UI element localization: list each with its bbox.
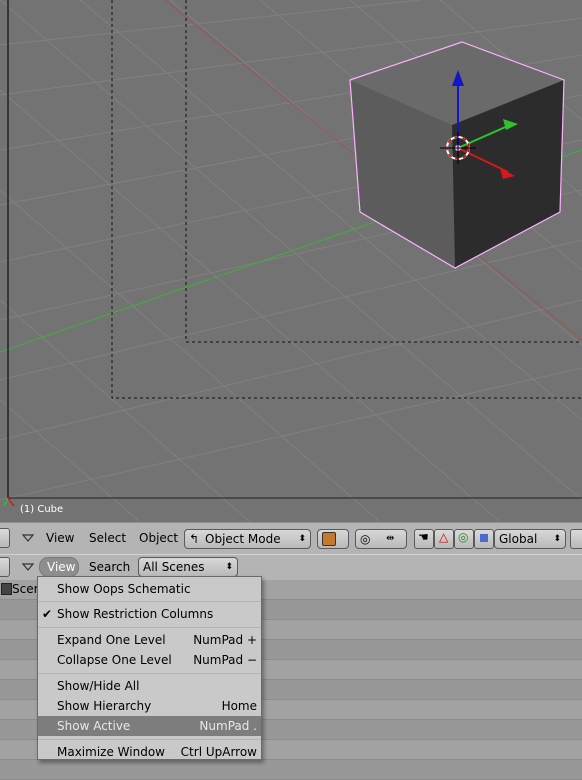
solid-drawtype-icon bbox=[322, 532, 336, 546]
outliner-row bbox=[0, 760, 582, 780]
updown-arrows-icon: ⬍ bbox=[298, 534, 306, 544]
3d-view-header: View Select Object ↰ Object Mode ⬍ ◎ ⇹ ☚… bbox=[0, 522, 582, 554]
menu-item-label: Show Restriction Columns bbox=[57, 607, 214, 621]
menu-item-expand-one-level[interactable]: Expand One Level NumPad + bbox=[38, 630, 261, 650]
layer-button[interactable] bbox=[570, 529, 582, 549]
updown-arrows-icon: ⬍ bbox=[553, 534, 561, 544]
menu-item-label: Show Active bbox=[57, 719, 131, 733]
menu-item-label: Expand One Level bbox=[57, 633, 166, 647]
menu-separator bbox=[38, 673, 261, 674]
menu-separator bbox=[38, 627, 261, 628]
scale-toggle-button[interactable] bbox=[474, 529, 494, 549]
menu-item-show-restriction-columns[interactable]: ✔ Show Restriction Columns bbox=[38, 604, 261, 624]
scene-icon bbox=[1, 583, 12, 595]
manipulator-toggle-button[interactable]: ☚ bbox=[414, 529, 434, 549]
active-object-label: (1) Cube bbox=[20, 504, 64, 515]
3d-viewport[interactable]: (1) Cube bbox=[0, 0, 582, 522]
menu-item-shortcut: NumPad . bbox=[199, 719, 257, 733]
rotate-icon: ◎ bbox=[458, 530, 469, 544]
hand-icon: ☚ bbox=[418, 530, 429, 544]
menu-item-collapse-one-level[interactable]: Collapse One Level NumPad − bbox=[38, 650, 261, 670]
scene-filter-label: All Scenes bbox=[143, 560, 205, 574]
object-menu[interactable]: Object bbox=[139, 523, 178, 553]
menu-separator bbox=[38, 601, 261, 602]
orientation-dropdown[interactable]: Global ⬍ bbox=[494, 529, 566, 549]
outliner-row-label: Scer bbox=[12, 582, 39, 596]
menu-separator bbox=[38, 739, 261, 740]
menu-item-shortcut: Home bbox=[221, 699, 257, 713]
rotate-toggle-button[interactable]: ◎ bbox=[454, 529, 474, 549]
outliner-view-dropdown-menu: Show Oops Schematic ✔ Show Restriction C… bbox=[37, 576, 262, 760]
select-menu[interactable]: Select bbox=[89, 523, 126, 553]
menu-item-show-hide-all[interactable]: Show/Hide All bbox=[38, 676, 261, 696]
orientation-label: Global bbox=[499, 532, 538, 546]
pivot-snap-group[interactable]: ◎ ⇹ bbox=[355, 529, 407, 549]
menu-item-label: Collapse One Level bbox=[57, 653, 172, 667]
menu-item-shortcut: Ctrl UpArrow bbox=[180, 745, 257, 759]
mode-dropdown[interactable]: ↰ Object Mode ⬍ bbox=[184, 529, 311, 549]
menu-item-label: Show Hierarchy bbox=[57, 699, 152, 713]
snap-icon: ⇹ bbox=[386, 533, 395, 544]
outliner-view-menu[interactable]: View bbox=[39, 557, 79, 577]
scale-icon bbox=[480, 534, 488, 542]
menu-item-label: Maximize Window bbox=[57, 745, 165, 759]
translate-icon: △ bbox=[439, 530, 449, 544]
scene-filter-dropdown[interactable]: All Scenes ⬍ bbox=[138, 557, 238, 577]
pivot-icon: ◎ bbox=[360, 532, 371, 546]
outliner-editor-type-button[interactable] bbox=[0, 557, 10, 577]
view-menu[interactable]: View bbox=[46, 523, 74, 553]
draw-type-dropdown[interactable] bbox=[317, 529, 349, 549]
menu-item-show-hierarchy[interactable]: Show Hierarchy Home bbox=[38, 696, 261, 716]
object-mode-icon: ↰ bbox=[189, 532, 200, 546]
menu-item-label: Show/Hide All bbox=[57, 679, 140, 693]
menu-item-label: Show Oops Schematic bbox=[57, 582, 191, 596]
menu-item-show-active[interactable]: Show Active NumPad . bbox=[38, 716, 261, 736]
menu-item-maximize-window[interactable]: Maximize Window Ctrl UpArrow bbox=[38, 742, 261, 762]
checkmark-icon: ✔ bbox=[42, 607, 53, 621]
updown-arrows-icon: ⬍ bbox=[225, 562, 233, 572]
outliner-view-menu-label: View bbox=[47, 560, 76, 574]
menu-item-show-oops-schematic[interactable]: Show Oops Schematic bbox=[38, 579, 261, 599]
menu-item-shortcut: NumPad + bbox=[193, 633, 257, 647]
menu-item-shortcut: NumPad − bbox=[193, 653, 257, 667]
viewport-scene bbox=[0, 0, 582, 522]
mode-dropdown-label: Object Mode bbox=[205, 532, 281, 546]
editor-type-button[interactable] bbox=[0, 528, 10, 548]
translate-toggle-button[interactable]: △ bbox=[434, 529, 454, 549]
